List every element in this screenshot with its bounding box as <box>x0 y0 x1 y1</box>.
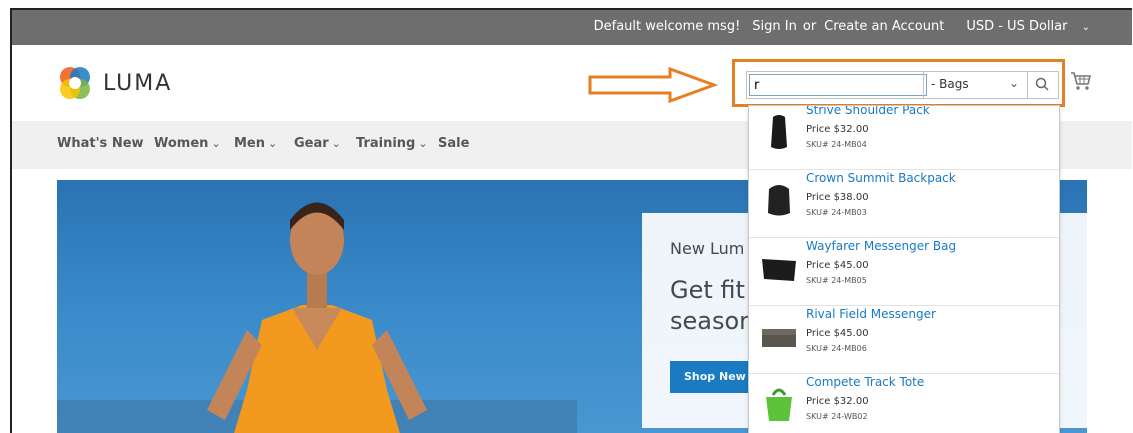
backpack-thumbnail-icon <box>768 185 790 216</box>
list-item[interactable]: Crown Summit Backpack Price $38.00 SKU# … <box>749 169 1059 238</box>
backpack-thumbnail-icon <box>771 115 787 149</box>
nav-item-gear[interactable]: Gear ⌄ <box>294 136 341 151</box>
logo-text: LUMA <box>103 70 173 96</box>
product-sku: SKU# 24-MB06 <box>806 344 867 353</box>
product-price: Price $45.00 <box>806 260 869 271</box>
search-category-select[interactable]: - Bags <box>931 77 969 91</box>
list-item[interactable]: Rival Field Messenger Price $45.00 SKU# … <box>749 305 1059 374</box>
list-item[interactable]: Strive Shoulder Pack Price $32.00 SKU# 2… <box>749 106 1059 170</box>
nav-item-training[interactable]: Training ⌄ <box>356 136 428 151</box>
list-item[interactable]: Compete Track Tote Price $32.00 SKU# 24-… <box>749 373 1059 433</box>
messenger-bag-thumbnail-icon <box>762 329 796 347</box>
nav-item-sale[interactable]: Sale <box>438 136 469 151</box>
create-account-link[interactable]: Create an Account <box>824 19 944 34</box>
arrow-annotation-icon <box>588 67 718 103</box>
chevron-down-icon: ⌄ <box>268 137 278 150</box>
logo[interactable]: LUMA <box>57 65 172 101</box>
browser-viewport: Default welcome msg! Sign In or Create a… <box>10 8 1132 433</box>
product-sku: SKU# 24-MB04 <box>806 140 867 149</box>
nav-item-label: Women <box>154 136 209 151</box>
search-autocomplete-dropdown: Strive Shoulder Pack Price $32.00 SKU# 2… <box>748 105 1060 433</box>
nav-item-label: Gear <box>294 136 329 151</box>
divider <box>1027 72 1028 98</box>
sign-in-link[interactable]: Sign In <box>752 19 797 34</box>
promo-headline-line: Get fit <box>670 276 745 304</box>
product-price: Price $38.00 <box>806 192 869 203</box>
tote-bag-thumbnail-icon <box>766 388 792 421</box>
product-name-link[interactable]: Strive Shoulder Pack <box>806 106 930 117</box>
list-item[interactable]: Wayfarer Messenger Bag Price $45.00 SKU#… <box>749 237 1059 306</box>
product-name-link[interactable]: Crown Summit Backpack <box>806 171 956 185</box>
yoga-model-image <box>57 202 577 433</box>
product-price: Price $32.00 <box>806 124 869 135</box>
promo-headline-line: seasor <box>670 307 750 335</box>
divider <box>923 72 924 98</box>
product-sku: SKU# 24-MB03 <box>806 208 867 217</box>
product-name-link[interactable]: Rival Field Messenger <box>806 307 936 321</box>
messenger-bag-thumbnail-icon <box>762 259 796 281</box>
chevron-down-icon[interactable]: ⌄ <box>1009 76 1019 90</box>
chevron-down-icon: ⌄ <box>1081 22 1090 33</box>
nav-item-label: Men <box>234 136 266 151</box>
nav-item-label: What's New <box>57 136 144 151</box>
search-form: - Bags ⌄ <box>746 71 1059 99</box>
search-icon[interactable] <box>1035 77 1049 91</box>
product-name-link[interactable]: Compete Track Tote <box>806 375 924 389</box>
chevron-down-icon: ⌄ <box>418 137 428 150</box>
top-bar: Default welcome msg! Sign In or Create a… <box>12 10 1132 45</box>
nav-item-label: Training <box>356 136 416 151</box>
chevron-down-icon: ⌄ <box>331 137 341 150</box>
currency-switcher[interactable]: USD - US Dollar ⌄ <box>956 19 1090 34</box>
currency-label: USD - US Dollar <box>966 19 1068 34</box>
promo-headline: Get fit seasor <box>670 275 749 337</box>
cart-icon[interactable] <box>1070 71 1092 91</box>
or-text: or <box>802 19 817 34</box>
chevron-down-icon: ⌄ <box>211 137 221 150</box>
promo-subtitle: New Lum <box>670 239 745 258</box>
nav-item-whats-new[interactable]: What's New <box>57 136 144 151</box>
product-sku: SKU# 24-WB02 <box>806 412 868 421</box>
product-price: Price $45.00 <box>806 328 869 339</box>
nav-item-men[interactable]: Men ⌄ <box>234 136 277 151</box>
luma-logo-icon <box>60 67 90 99</box>
product-sku: SKU# 24-MB05 <box>806 276 867 285</box>
product-name-link[interactable]: Wayfarer Messenger Bag <box>806 239 956 253</box>
nav-item-women[interactable]: Women ⌄ <box>154 136 221 151</box>
welcome-message: Default welcome msg! <box>593 19 741 34</box>
product-price: Price $32.00 <box>806 396 869 407</box>
search-input[interactable] <box>749 74 927 96</box>
nav-item-label: Sale <box>438 136 470 151</box>
